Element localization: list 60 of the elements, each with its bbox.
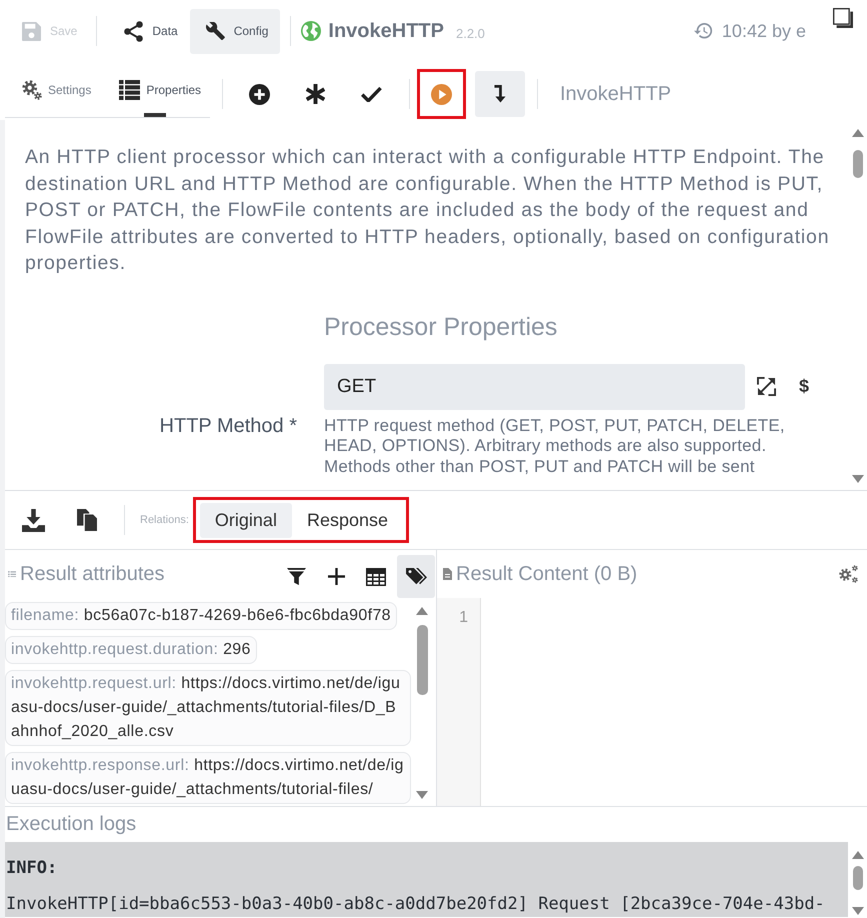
- scroll-down-icon[interactable]: [852, 907, 864, 915]
- globe-icon: [301, 21, 322, 41]
- attribute-chip: invokehttp.request.duration: 296: [5, 636, 257, 664]
- copy-icon[interactable]: [77, 508, 97, 532]
- scroll-up-icon[interactable]: [852, 851, 864, 859]
- square-icon[interactable]: [833, 8, 853, 28]
- history-icon[interactable]: [694, 23, 713, 39]
- panel-title: Result attributes: [20, 562, 165, 586]
- relation-tab[interactable]: Response: [292, 502, 404, 538]
- check-icon: [360, 86, 382, 102]
- play-icon: [431, 84, 452, 104]
- scroll-thumb[interactable]: [852, 150, 862, 178]
- relation-tab[interactable]: Original: [200, 502, 292, 538]
- step-button[interactable]: [475, 71, 525, 117]
- bent-arrow-icon: [494, 85, 506, 103]
- properties-tab[interactable]: Properties: [119, 62, 202, 117]
- scroll-up-icon[interactable]: [852, 129, 864, 137]
- table-icon: [366, 568, 386, 586]
- config-button[interactable]: Config: [190, 8, 280, 54]
- expand-icon[interactable]: [757, 377, 776, 396]
- tags-button[interactable]: [397, 555, 435, 598]
- scroll-down-icon[interactable]: [852, 475, 864, 483]
- scroll-thumb[interactable]: [852, 866, 862, 890]
- attribute-chip: invokehttp.request.url: https://docs.virtimo.net/de/iguasu-docs/user-guide/_attachments/tutorial-files/D_Bahnhof_2020_alle.csv: [5, 670, 411, 746]
- version-label: 2.2.0: [456, 26, 485, 40]
- scroll-thumb[interactable]: [416, 625, 428, 695]
- gears-icon[interactable]: [839, 564, 858, 584]
- settings-tab[interactable]: Settings: [22, 62, 92, 117]
- description-text: An HTTP client processor which can interact with a configurable HTTP Endpoint. The destination URL and HTTP Method are configurable. When the HTTP Method is PUT, POST or PATCH, the FlowFile contents are included as the body of the request and FlowFile attributes are converted to HTTP headers, optionally, based on configuration properties.: [25, 145, 830, 276]
- wrench-icon: [206, 22, 225, 40]
- tags-icon: [406, 568, 426, 585]
- processor-title: InvokeHTTP: [328, 20, 444, 42]
- attribute-chip: invokehttp.response.url: https://docs.virtimo.net/de/iguasu-docs/user-guide/_attachments/tutorial-files/: [5, 752, 411, 804]
- list-icon: [8, 570, 16, 578]
- filter-icon: [286, 568, 306, 586]
- attribute-chip: filename: bc56a07c-b187-4269-b6e6-fbc6bda90f78: [5, 602, 397, 630]
- scroll-down-icon[interactable]: [416, 791, 428, 799]
- timestamp-text: 10:42 by e: [722, 20, 806, 42]
- value-field[interactable]: GET: [324, 364, 745, 410]
- help-text: HTTP request method (GET, POST, PUT, PATCH, DELETE, HEAD, OPTIONS). Arbitrary methods are also supported. Methods other than POST, PUT and PATCH will be sent: [324, 416, 786, 478]
- gears-icon: [22, 80, 42, 100]
- plus-icon: [328, 568, 344, 585]
- panel-title: Execution logs: [5, 812, 138, 837]
- plus-circle-icon: [248, 84, 270, 104]
- line-number: 1: [458, 608, 469, 628]
- panel-title: Result Content (0 B): [456, 562, 638, 586]
- asterisk-icon: [306, 84, 324, 104]
- share-icon: [124, 20, 144, 42]
- log-message: InvokeHTTP[id=bba6c553-b0a3-40b0-ab8c-a0dd7be20fd2] Request [2bca39ce-704e-43bd-: [5, 893, 826, 916]
- data-button[interactable]: Data: [108, 8, 190, 54]
- dollar-button[interactable]: $: [799, 376, 810, 398]
- download-icon[interactable]: [22, 508, 45, 532]
- section-heading: Processor Properties: [324, 312, 558, 342]
- log-level: INFO:: [5, 857, 58, 880]
- scroll-up-icon[interactable]: [416, 607, 428, 615]
- list-icon: [119, 80, 140, 100]
- file-icon: [443, 568, 452, 580]
- relations-label: Relations:: [140, 514, 189, 526]
- property-label: HTTP Method *: [158, 414, 297, 439]
- component-name: InvokeHTTP: [560, 82, 672, 106]
